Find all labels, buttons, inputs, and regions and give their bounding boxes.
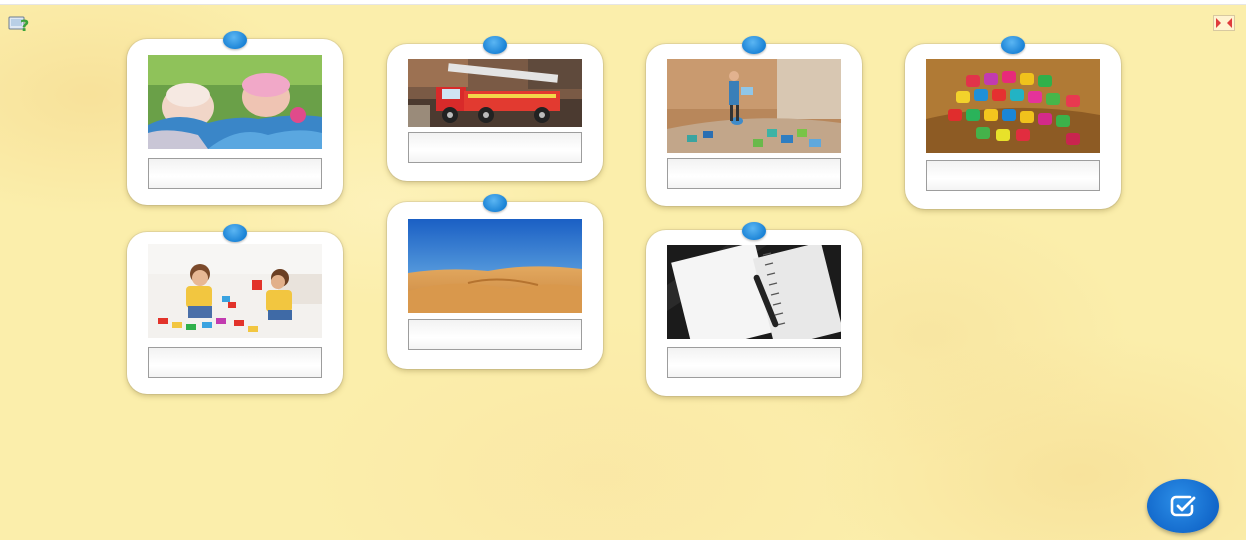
answer-field[interactable]	[926, 160, 1100, 191]
answer-field[interactable]	[148, 158, 322, 189]
pin-icon	[483, 36, 507, 54]
pin-icon	[483, 194, 507, 212]
answer-field[interactable]	[148, 347, 322, 378]
card-notebook[interactable]	[646, 222, 862, 396]
svg-text:?: ?	[20, 16, 29, 34]
pin-icon	[223, 31, 247, 49]
pin-icon	[1001, 36, 1025, 54]
card-fire-truck[interactable]	[387, 36, 603, 181]
card-cubes[interactable]	[905, 36, 1121, 209]
help-question-icon[interactable]: ?	[8, 14, 32, 35]
answer-field[interactable]	[408, 132, 582, 163]
pin-icon	[742, 36, 766, 54]
desert-dunes-photo	[408, 219, 582, 313]
card-puzzle[interactable]	[646, 36, 862, 206]
notebook-pen-photo	[667, 245, 841, 339]
pin-icon	[223, 224, 247, 242]
pin-icon	[742, 222, 766, 240]
doll-babies-photo	[148, 55, 322, 149]
card-desert[interactable]	[387, 194, 603, 369]
puzzle-figure-photo	[667, 59, 841, 153]
card-baby-dolls[interactable]	[127, 31, 343, 205]
card-boys-playing[interactable]	[127, 224, 343, 394]
answer-field[interactable]	[408, 319, 582, 350]
answer-field[interactable]	[667, 347, 841, 378]
board: ?	[0, 4, 1246, 540]
check-icon	[1170, 495, 1196, 517]
fullscreen-toggle-icon[interactable]	[1213, 15, 1235, 31]
toy-fire-truck-photo	[408, 59, 582, 127]
answer-field[interactable]	[667, 158, 841, 189]
colorful-cubes-photo	[926, 59, 1100, 153]
boys-playing-blocks-photo	[148, 244, 322, 338]
check-answers-button[interactable]	[1147, 479, 1219, 533]
